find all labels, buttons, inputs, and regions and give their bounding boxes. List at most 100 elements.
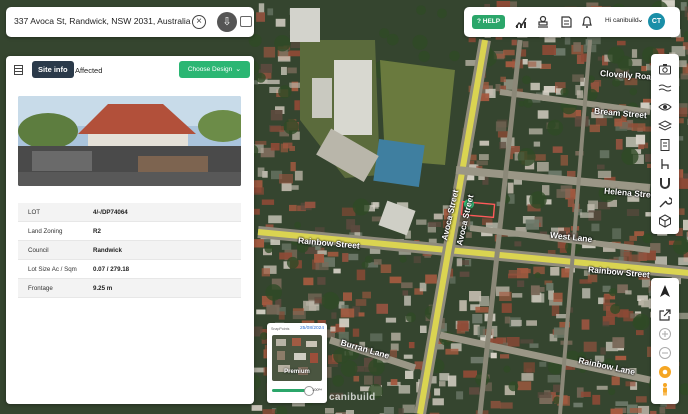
rooftop <box>625 290 632 295</box>
tree-canopy <box>503 365 511 373</box>
rooftop <box>575 85 581 96</box>
rooftop <box>413 256 421 264</box>
rooftop <box>615 139 623 150</box>
avatar[interactable]: CT <box>648 13 665 30</box>
tab-affected[interactable]: Affected <box>75 66 102 75</box>
rooftop <box>628 123 638 128</box>
info-value: 0.07 / 279.18 <box>93 265 130 273</box>
rooftop <box>537 392 552 398</box>
rooftop <box>267 79 280 85</box>
rooftop <box>270 110 283 121</box>
info-key: Council <box>28 246 49 254</box>
camera-icon[interactable] <box>658 62 672 76</box>
download-icon[interactable]: ⇩ <box>217 12 237 32</box>
bell-icon[interactable] <box>580 15 594 29</box>
rooftop <box>500 76 506 83</box>
layers-icon[interactable] <box>658 119 672 133</box>
opacity-slider-track[interactable] <box>272 389 308 392</box>
rooftop <box>258 3 265 13</box>
rooftop <box>416 219 427 225</box>
address-search-bar[interactable]: 337 Avoca St, Randwick, NSW 2031, Austra… <box>6 7 254 37</box>
rooftop <box>404 295 411 306</box>
imagery-tier: Premium <box>284 369 310 375</box>
chair-icon[interactable] <box>658 157 672 171</box>
rooftop <box>362 291 371 299</box>
tree-canopy <box>449 50 460 62</box>
choose-design-button[interactable]: Choose Design ⌄ <box>179 61 250 78</box>
rooftop <box>591 223 600 232</box>
rooftop <box>610 408 623 414</box>
rooftop <box>353 375 360 382</box>
rooftop <box>343 292 352 301</box>
top-toolbar: ? HELP Hi canibuild ⌄ CT <box>464 7 680 37</box>
rooftop <box>479 140 490 146</box>
magnet-icon[interactable] <box>658 176 672 190</box>
tree-canopy <box>352 198 370 216</box>
rooftop <box>468 37 476 43</box>
clear-icon[interactable]: × <box>192 15 206 29</box>
zoom-out-icon[interactable] <box>658 346 672 360</box>
choose-design-label: Choose Design <box>187 66 233 73</box>
rooftop <box>560 155 568 166</box>
rooftop <box>597 170 612 178</box>
document-icon[interactable] <box>658 138 672 152</box>
rooftop <box>432 398 444 406</box>
tree-canopy <box>437 8 447 19</box>
north-arrow-icon[interactable] <box>658 284 672 298</box>
address-text[interactable]: 337 Avoca St, Randwick, NSW 2031, Austra… <box>14 16 191 26</box>
streetview-person-icon[interactable] <box>658 382 672 396</box>
rooftop <box>580 212 594 218</box>
rooftop <box>342 253 349 262</box>
locate-icon[interactable] <box>658 365 672 379</box>
rooftop <box>537 110 549 119</box>
wrench-icon[interactable] <box>658 195 672 209</box>
briefcase-icon[interactable] <box>240 16 252 27</box>
cube-3d-icon[interactable] <box>658 214 672 228</box>
rooftop <box>470 356 484 364</box>
zoom-in-icon[interactable] <box>658 327 672 341</box>
rooftop <box>556 189 571 198</box>
rooftop <box>522 59 528 65</box>
rooftop <box>504 316 511 324</box>
rooftop <box>567 197 575 207</box>
tree-canopy <box>610 303 621 315</box>
rooftop <box>292 310 306 320</box>
eye-icon[interactable] <box>658 100 672 114</box>
tab-site-info[interactable]: Site info <box>32 61 74 78</box>
rooftop <box>596 385 608 390</box>
rooftop <box>501 303 512 313</box>
rooftop <box>623 252 632 262</box>
rooftop <box>495 84 501 92</box>
rooftop <box>527 61 537 67</box>
user-greeting[interactable]: Hi canibuild <box>605 17 639 24</box>
tree-canopy <box>386 33 399 46</box>
waves-icon[interactable] <box>658 81 672 95</box>
info-row-council: Council Randwick <box>18 241 241 260</box>
stamp-icon[interactable] <box>536 15 550 29</box>
rooftop <box>503 49 515 56</box>
rooftop <box>519 268 531 274</box>
rooftop <box>356 269 366 281</box>
rooftop <box>469 387 480 395</box>
share-icon[interactable] <box>658 308 672 322</box>
chart-icon[interactable] <box>514 15 528 29</box>
rooftop <box>472 314 483 324</box>
document-icon[interactable] <box>559 15 573 29</box>
rooftop <box>459 271 470 277</box>
rooftop <box>625 381 636 387</box>
sidebar-toggle-icon[interactable] <box>14 65 23 75</box>
tree-canopy <box>642 233 653 244</box>
rooftop <box>303 277 314 286</box>
imagery-label: SnapPoints <box>271 327 290 331</box>
rooftop <box>476 160 488 166</box>
help-button[interactable]: ? HELP <box>472 15 506 29</box>
rooftop <box>294 100 300 111</box>
rooftop <box>611 376 620 386</box>
rooftop <box>402 404 415 413</box>
rooftop <box>547 374 561 383</box>
rooftop <box>358 312 365 317</box>
chevron-down-icon[interactable]: ⌄ <box>637 15 644 24</box>
rooftop <box>490 352 497 359</box>
imagery-date[interactable]: 25/08/2024 <box>300 326 324 331</box>
rooftop <box>479 296 490 307</box>
